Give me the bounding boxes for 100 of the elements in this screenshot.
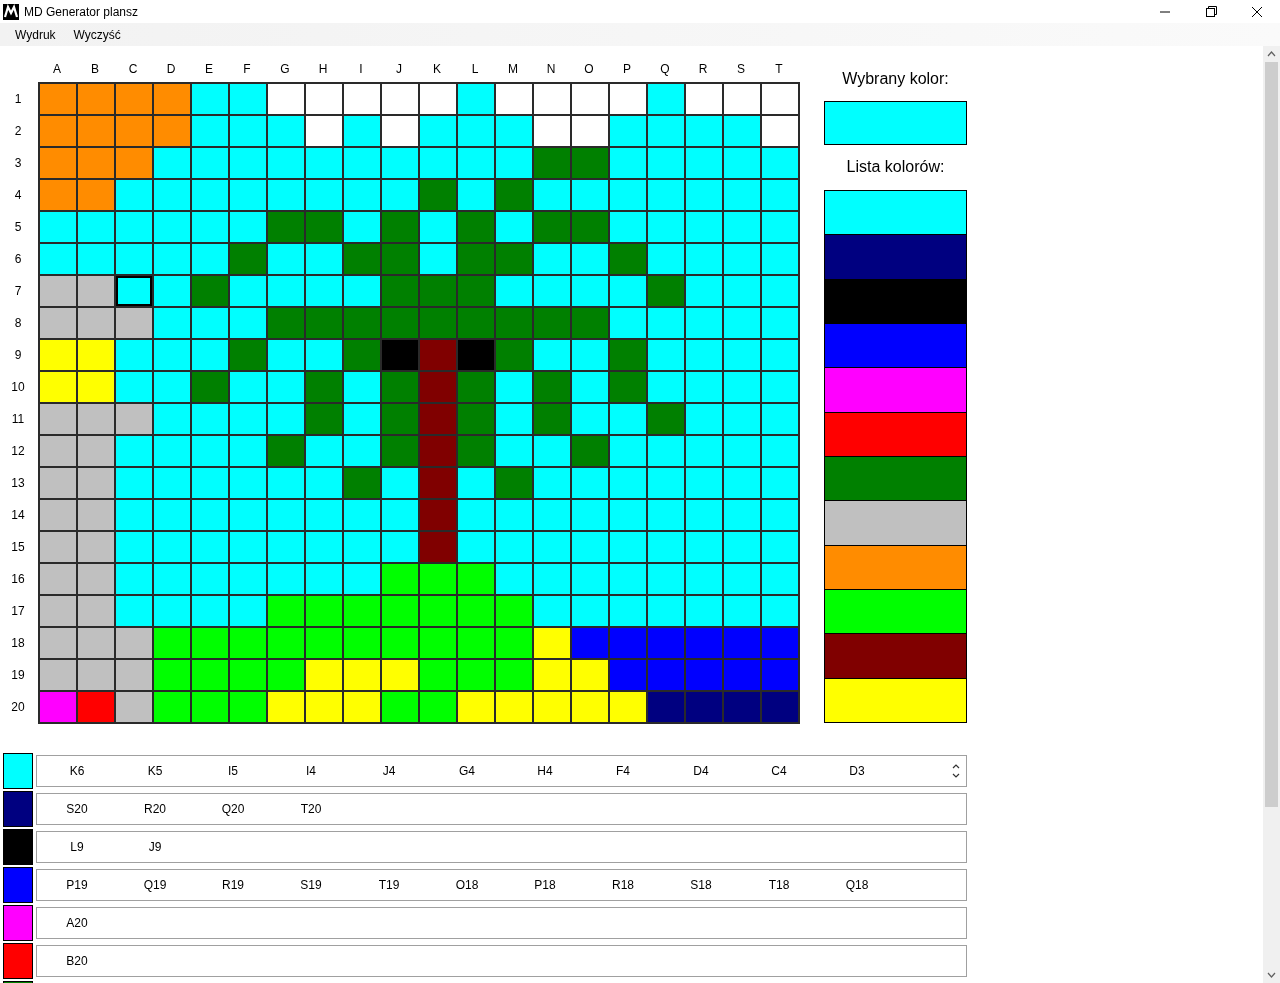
board-cell[interactable] [192,660,228,690]
board-cell[interactable] [534,276,570,306]
board-cell[interactable] [78,308,114,338]
board-cell[interactable] [40,692,76,722]
board-cell[interactable] [154,468,190,498]
board-cell[interactable] [762,404,798,434]
board-cell[interactable] [268,84,304,114]
board-cell[interactable] [40,404,76,434]
board-cell[interactable] [496,628,532,658]
board-cell[interactable] [382,212,418,242]
board-cell[interactable] [382,468,418,498]
board-cell[interactable] [344,116,380,146]
board-cell[interactable] [268,692,304,722]
board-cell[interactable] [230,660,266,690]
board-cell[interactable] [458,212,494,242]
board-cell[interactable] [154,148,190,178]
board-cell[interactable] [610,244,646,274]
board-cell[interactable] [40,532,76,562]
board-cell[interactable] [572,212,608,242]
board-cell[interactable] [78,148,114,178]
board-cell[interactable] [268,244,304,274]
board-cell[interactable] [192,532,228,562]
board-cell[interactable] [268,116,304,146]
board-cell[interactable] [572,436,608,466]
board-cell[interactable] [496,212,532,242]
board-cell[interactable] [116,404,152,434]
board-cell[interactable] [78,532,114,562]
palette-swatch[interactable] [825,235,966,280]
menu-item[interactable]: Wydruk [0,27,65,42]
board-cell[interactable] [534,596,570,626]
board-cell[interactable] [458,340,494,370]
board-cell[interactable] [610,212,646,242]
board-cell[interactable] [344,628,380,658]
board-cell[interactable] [116,340,152,370]
board-cell[interactable] [230,116,266,146]
board-cell[interactable] [534,116,570,146]
board-cell[interactable] [420,500,456,530]
board-cell[interactable] [686,372,722,402]
board-cell[interactable] [610,308,646,338]
board-cell[interactable] [268,596,304,626]
board-cell[interactable] [724,596,760,626]
board-cell[interactable] [154,500,190,530]
board-cell[interactable] [686,436,722,466]
board-cell[interactable] [192,244,228,274]
board-cell[interactable] [724,84,760,114]
board-cell[interactable] [762,436,798,466]
palette-swatch[interactable] [825,412,966,457]
board-cell[interactable] [78,500,114,530]
board-cell[interactable] [496,84,532,114]
board-cell[interactable] [306,308,342,338]
board-cell[interactable] [78,468,114,498]
board-cell[interactable] [116,244,152,274]
palette-swatch[interactable] [825,545,966,590]
board-cell[interactable] [686,212,722,242]
board-cell[interactable] [268,404,304,434]
board-cell[interactable] [40,212,76,242]
board-cell[interactable] [420,340,456,370]
board-cell[interactable] [572,532,608,562]
board-cell[interactable] [762,84,798,114]
board-cell[interactable] [534,404,570,434]
board-cell[interactable] [40,436,76,466]
board-cell[interactable] [686,244,722,274]
board-cell[interactable] [762,212,798,242]
board-cell[interactable] [648,340,684,370]
board-cell[interactable] [78,212,114,242]
board-cell[interactable] [306,244,342,274]
board-cell[interactable] [762,308,798,338]
palette-swatch[interactable] [825,634,966,679]
board-cell[interactable] [268,180,304,210]
board-cell[interactable] [496,116,532,146]
board-cell[interactable] [572,628,608,658]
board-cell[interactable] [344,532,380,562]
menu-item[interactable]: Wyczyść [64,27,130,42]
board-cell[interactable] [458,308,494,338]
board-cell[interactable] [648,596,684,626]
board-cell[interactable] [230,276,266,306]
board-cell[interactable] [762,660,798,690]
board-cell[interactable] [724,628,760,658]
board-cell[interactable] [382,372,418,402]
board-cell[interactable] [382,180,418,210]
board-cell[interactable] [534,212,570,242]
board-cell[interactable] [648,180,684,210]
board-cell[interactable] [344,564,380,594]
board-cell[interactable] [78,84,114,114]
board-cell[interactable] [116,84,152,114]
board-cell[interactable] [724,532,760,562]
board-cell[interactable] [496,436,532,466]
board-cell[interactable] [496,500,532,530]
board-cell[interactable] [382,276,418,306]
board-cell[interactable] [192,116,228,146]
board-cell[interactable] [154,404,190,434]
board-cell[interactable] [724,340,760,370]
palette-swatch[interactable] [825,501,966,546]
board-cell[interactable] [572,116,608,146]
board-cell[interactable] [230,180,266,210]
board-cell[interactable] [382,308,418,338]
board-cell[interactable] [610,116,646,146]
board-cell[interactable] [230,340,266,370]
board-cell[interactable] [762,276,798,306]
board-cell[interactable] [572,500,608,530]
